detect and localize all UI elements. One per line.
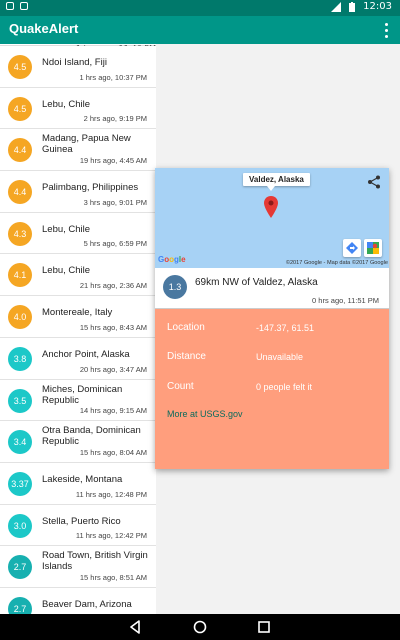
share-icon[interactable] bbox=[367, 175, 381, 189]
map-marker-label: Valdez, Alaska bbox=[243, 173, 310, 186]
list-item-place: Otra Banda, Dominican Republic bbox=[42, 425, 141, 448]
list-item[interactable]: 4.4 Palimbang, Philippines 3 hrs ago, 9:01… bbox=[0, 171, 156, 213]
list-item[interactable]: 2.7Beaver Dam, Arizona21 hrs ago, 2:29 A… bbox=[0, 587, 156, 614]
detail-info-panel: Location -147.37, 61.51 Distance Unavail… bbox=[155, 309, 389, 469]
magnitude-badge: 4.4 bbox=[8, 138, 32, 163]
map-marker-label-tail bbox=[267, 186, 275, 191]
list-item-place: Madang, Papua New Guinea bbox=[42, 133, 131, 156]
detail-time: 0 hrs ago, 11:51 PM bbox=[312, 296, 379, 305]
google-maps-icon bbox=[367, 242, 379, 254]
list-item[interactable]: 4.5 Lebu, Chile 2 hrs ago, 9:19 PM bbox=[0, 87, 156, 130]
list-item[interactable]: 4.3 Lebu, Chile 5 hrs ago, 6:59 PM bbox=[0, 212, 156, 255]
battery-icon bbox=[349, 1, 356, 12]
usgs-link[interactable]: More at USGS.gov bbox=[167, 409, 243, 419]
app-title: QuakeAlert bbox=[9, 21, 79, 36]
magnitude-badge: 1.3 bbox=[163, 275, 187, 299]
magnitude-badge: 4.4 bbox=[8, 180, 32, 205]
count-value: 0 people felt it bbox=[256, 382, 313, 392]
list-item-place: Ndoi Island, Fiji bbox=[42, 57, 107, 68]
recents-icon[interactable] bbox=[257, 620, 271, 634]
count-label: Count bbox=[167, 381, 194, 392]
magnitude-badge: 2.7 bbox=[8, 596, 32, 614]
list-item-time: 15 hrs ago, 8:51 AM bbox=[79, 572, 147, 582]
magnitude-badge: 3.0 bbox=[8, 513, 32, 538]
notification-icon bbox=[20, 2, 28, 10]
status-icons: 12:03 bbox=[331, 1, 392, 12]
list-item-place: Palimbang, Philippines bbox=[42, 182, 139, 194]
list-item[interactable]: 4.4 Madang, Papua New Guinea 19 hrs ago, 4… bbox=[0, 129, 156, 172]
list-item-time: 14 hrs ago, 9:15 AM bbox=[79, 406, 147, 416]
list-item-time: 5 hrs ago, 6:59 PM bbox=[83, 239, 147, 249]
list-item-place: Anchor Point, Alaska bbox=[42, 348, 130, 360]
signal-icon bbox=[331, 1, 342, 12]
list-item[interactable]: 3.8 Anchor Point, Alaska 20 hrs ago, 3:47 … bbox=[0, 337, 156, 380]
list-item[interactable]: 4.5 Ndoi Island, Fiji 1 hrs ago, 10:37 PM bbox=[0, 46, 156, 88]
location-value: -147.37, 61.51 bbox=[256, 323, 315, 333]
list-item[interactable]: 4.0 Montereale, Italy 15 hrs ago, 8:43 AM bbox=[0, 296, 156, 338]
magnitude-badge: 4.1 bbox=[8, 263, 32, 288]
app-bar: QuakeAlert bbox=[0, 16, 400, 44]
map-pin-icon[interactable] bbox=[264, 196, 278, 218]
distance-label: Distance bbox=[167, 351, 206, 362]
list-item-place: Miches, Dominican Republic bbox=[42, 383, 123, 406]
magnitude-badge: 4.0 bbox=[8, 305, 32, 330]
list-item-place: Montereale, Italy bbox=[42, 307, 113, 319]
magnitude-badge: 3.5 bbox=[8, 388, 32, 413]
list-item-place: Lebu, Chile bbox=[42, 265, 91, 277]
distance-value: Unavailable bbox=[256, 352, 304, 362]
directions-icon bbox=[346, 242, 358, 254]
list-item-time: 21 hrs ago, 2:36 AM bbox=[79, 281, 147, 291]
map-attribution: ©2017 Google - Map data ©2017 Google bbox=[285, 260, 388, 266]
list-item-place: Lebu, Chile bbox=[42, 223, 91, 235]
list-item-time: 3 hrs ago, 9:01 PM bbox=[83, 197, 147, 207]
magnitude-badge: 3.8 bbox=[8, 346, 32, 371]
list-item[interactable]: 3.0 Stella, Puerto Rico 11 hrs ago, 12:42 … bbox=[0, 504, 156, 547]
magnitude-badge: 4.3 bbox=[8, 221, 32, 246]
list-item-place: Road Town, British Virgin Islands bbox=[42, 550, 148, 573]
magnitude-badge: 4.5 bbox=[8, 55, 32, 79]
status-time: 12:03 bbox=[363, 1, 392, 12]
location-label: Location bbox=[167, 322, 205, 333]
home-icon[interactable] bbox=[193, 620, 207, 634]
list-item-time: 2 hrs ago, 9:19 PM bbox=[83, 114, 147, 124]
list-item[interactable]: 3.37 Lakeside, Montana 11 hrs ago, 12:48 P… bbox=[0, 462, 156, 505]
earthquake-list[interactable]: 1 hrs ago, 11:46 PM 4.5Ndoi Island, Fiji… bbox=[0, 44, 156, 614]
directions-button[interactable] bbox=[343, 239, 361, 257]
magnitude-badge: 3.37 bbox=[8, 471, 32, 496]
notification-icons bbox=[6, 2, 28, 10]
notification-icon bbox=[6, 2, 14, 10]
list-item[interactable]: 4.1 Lebu, Chile 21 hrs ago, 2:36 AM bbox=[0, 254, 156, 297]
google-logo: Google bbox=[158, 255, 186, 264]
list-item-place: Stella, Puerto Rico bbox=[42, 515, 121, 527]
list-item-place: Lakeside, Montana bbox=[42, 473, 123, 485]
list-item-place: Lebu, Chile bbox=[42, 98, 91, 110]
list-item-time: 15 hrs ago, 8:43 AM bbox=[79, 322, 147, 332]
magnitude-badge: 3.4 bbox=[8, 430, 32, 455]
list-item-time: 15 hrs ago, 8:04 AM bbox=[79, 447, 147, 457]
detail-header: 1.3 69km NW of Valdez, Alaska 0 hrs ago,… bbox=[155, 268, 389, 309]
overflow-menu-icon[interactable] bbox=[382, 21, 390, 39]
list-item[interactable]: 3.5 Miches, Dominican Republic 14 hrs ago,… bbox=[0, 379, 156, 422]
list-item-time: 11 hrs ago, 12:48 PM bbox=[75, 489, 147, 499]
back-icon[interactable] bbox=[128, 620, 142, 634]
list-item-time: 19 hrs ago, 4:45 AM bbox=[79, 156, 147, 166]
list-item[interactable]: 2.7 Road Town, British Virgin Islands 15 h… bbox=[0, 546, 156, 588]
open-in-maps-button[interactable] bbox=[364, 239, 382, 257]
list-item-time: 20 hrs ago, 3:47 AM bbox=[79, 364, 147, 374]
list-item-place: Beaver Dam, Arizona bbox=[42, 598, 132, 610]
navigation-bar bbox=[0, 614, 400, 640]
magnitude-badge: 2.7 bbox=[8, 555, 32, 580]
status-bar: 12:03 bbox=[0, 0, 400, 16]
earthquake-detail-card: Valdez, Alaska Google ©2017 Google - Map… bbox=[155, 168, 389, 469]
list-item[interactable]: 3.4 Otra Banda, Dominican Republic 15 hrs … bbox=[0, 421, 156, 463]
detail-title: 69km NW of Valdez, Alaska bbox=[195, 277, 318, 288]
map-view[interactable]: Valdez, Alaska Google ©2017 Google - Map… bbox=[155, 168, 389, 268]
list-item-time: 11 hrs ago, 12:42 PM bbox=[75, 531, 147, 541]
magnitude-badge: 4.5 bbox=[8, 96, 32, 121]
list-item-time: 1 hrs ago, 10:37 PM bbox=[79, 72, 147, 82]
